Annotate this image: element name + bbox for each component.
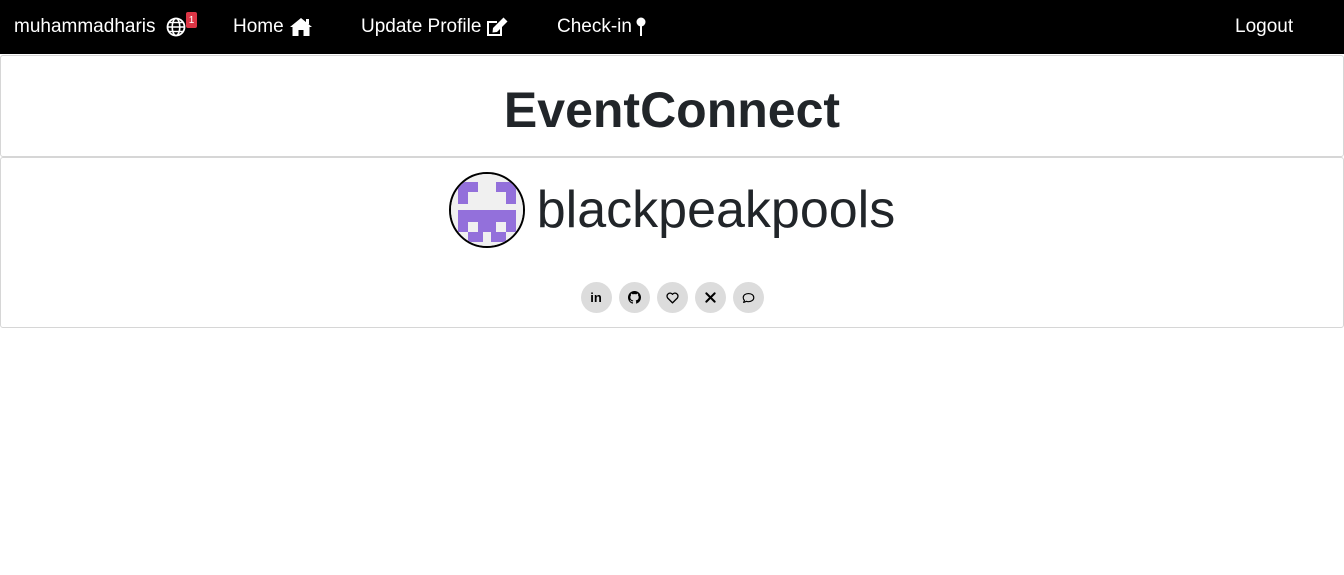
social-links: in <box>1 282 1343 313</box>
chat-button[interactable] <box>732 282 764 313</box>
nav-checkin[interactable]: Check-in <box>557 0 647 54</box>
nav-home[interactable]: Home <box>233 0 313 54</box>
linkedin-button[interactable]: in <box>580 282 612 313</box>
avatar <box>448 172 525 248</box>
top-navbar: muhammadharis 1 Home Update Profile Chec… <box>0 0 1344 54</box>
profile-card: blackpeakpools in <box>0 157 1344 328</box>
x-button[interactable] <box>694 282 726 313</box>
title-card: EventConnect <box>0 55 1344 157</box>
github-button[interactable] <box>618 282 650 313</box>
globe-icon[interactable] <box>166 17 186 37</box>
page-title: EventConnect <box>503 82 841 138</box>
linkedin-icon: in <box>590 290 602 305</box>
nav-home-label: Home <box>233 16 284 37</box>
nav-update-profile-label: Update Profile <box>361 16 482 37</box>
github-icon <box>627 291 641 304</box>
profile-username: blackpeakpools <box>536 181 896 239</box>
nav-logout-label: Logout <box>1235 16 1294 37</box>
nav-username[interactable]: muhammadharis <box>14 0 186 54</box>
chat-bubble-icon <box>742 292 755 304</box>
nav-username-label: muhammadharis <box>14 16 156 37</box>
home-icon <box>289 17 313 37</box>
map-pin-icon <box>635 17 647 37</box>
edit-icon <box>486 17 508 37</box>
nav-checkin-label: Check-in <box>557 16 632 37</box>
nav-logout[interactable]: Logout <box>1235 0 1293 54</box>
profile-header: blackpeakpools <box>1 170 1343 250</box>
notification-badge[interactable]: 1 <box>186 12 197 28</box>
heart-button[interactable] <box>656 282 688 313</box>
nav-update-profile[interactable]: Update Profile <box>361 0 508 54</box>
heart-icon <box>665 291 679 304</box>
x-icon <box>704 292 716 303</box>
